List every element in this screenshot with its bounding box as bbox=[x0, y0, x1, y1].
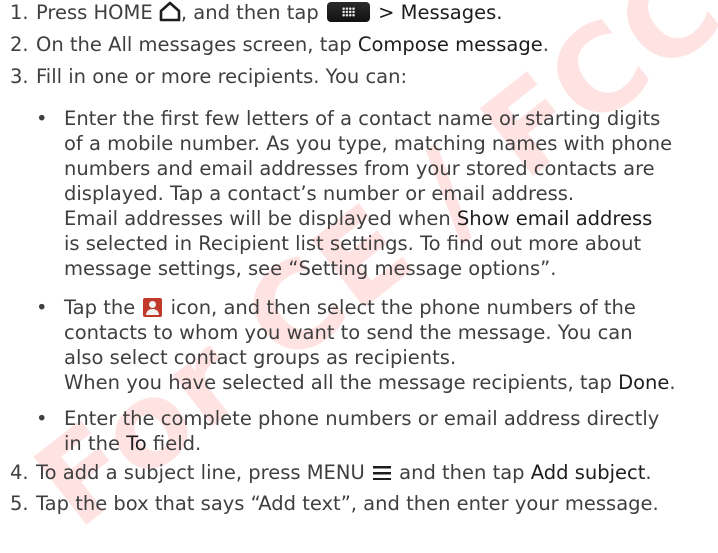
done-label: Done bbox=[618, 371, 670, 394]
bullet-line: displayed. Tap a contact’s number or ema… bbox=[64, 182, 575, 205]
bullet-line: Tap the icon, and then select the phone … bbox=[64, 295, 714, 320]
bullet-text: in the bbox=[64, 432, 120, 455]
bullet-line: Email addresses will be displayed when S… bbox=[64, 206, 714, 231]
step-text: Fill in one or more recipients. You can: bbox=[36, 65, 408, 88]
step-number: 4. bbox=[10, 461, 29, 484]
step-3: 3. Fill in one or more recipients. You ca… bbox=[10, 64, 714, 89]
all-apps-grid-icon bbox=[326, 2, 370, 22]
bullet-marker: • bbox=[36, 296, 48, 319]
add-subject-label: Add subject bbox=[530, 461, 646, 484]
step-text: To add a subject line, press MENU bbox=[36, 461, 365, 484]
bullet-text: Email addresses will be displayed when bbox=[64, 207, 451, 230]
home-icon bbox=[159, 1, 181, 28]
bullet-line: message settings, see “Setting message o… bbox=[64, 257, 557, 280]
step-number: 5. bbox=[10, 492, 29, 515]
bullet-text: field. bbox=[152, 432, 202, 455]
menu-icon bbox=[372, 466, 391, 480]
manual-page: For CE / FCC 14/01/25 1.Press HOME , and… bbox=[0, 0, 718, 553]
bullet-line: Enter the complete phone numbers or emai… bbox=[64, 407, 660, 430]
bullet-line: numbers and email addresses from your st… bbox=[64, 157, 655, 180]
bullet-marker: • bbox=[36, 407, 48, 430]
step-text: On the All messages screen, tap bbox=[36, 33, 352, 56]
bullet-text: When you have selected all the message r… bbox=[64, 371, 612, 394]
bullet-text: icon, and then select the phone numbers … bbox=[170, 296, 636, 319]
step-number: 3. bbox=[10, 65, 29, 88]
bullet-line: Enter the first few letters of a contact… bbox=[64, 107, 661, 130]
punctuation: . bbox=[645, 461, 652, 484]
step-1: 1. Press HOME , and then tap > Messages. bbox=[10, 0, 714, 28]
step-number: 2. bbox=[10, 33, 29, 56]
step-5: 5. Tap the box that says “Add text”, and … bbox=[10, 491, 714, 516]
punctuation: . bbox=[542, 33, 549, 56]
compose-message-label: Compose message bbox=[357, 33, 543, 56]
contacts-icon bbox=[143, 298, 163, 317]
bullet-line: When you have selected all the message r… bbox=[64, 370, 714, 395]
to-field-label: To bbox=[126, 432, 147, 455]
step-number: 1. bbox=[10, 1, 29, 24]
bullet-text: Tap the bbox=[64, 296, 136, 319]
step-text: Press HOME bbox=[36, 1, 153, 24]
bullet-line: is selected in Recipient list settings. … bbox=[64, 232, 642, 255]
step-text: Tap the box that says “Add text”, and th… bbox=[36, 492, 659, 515]
show-email-address-label: Show email address bbox=[456, 207, 653, 230]
step-2: 2. On the All messages screen, tap Compos… bbox=[10, 32, 714, 57]
step-text: , and then tap bbox=[180, 1, 319, 24]
step-4: 4. To add a subject line, press MENU and … bbox=[10, 460, 714, 485]
step-text: and then tap bbox=[399, 461, 525, 484]
punctuation: . bbox=[669, 371, 676, 394]
step-text-ui: > Messages. bbox=[378, 1, 503, 24]
bullet-marker: • bbox=[36, 107, 48, 130]
bullet-line: of a mobile number. As you type, matchin… bbox=[64, 132, 673, 155]
bullet-line: in the To field. bbox=[64, 431, 714, 456]
bullet-line: also select contact groups as recipients… bbox=[64, 346, 457, 369]
bullet-line: contacts to whom you want to send the me… bbox=[64, 321, 633, 344]
